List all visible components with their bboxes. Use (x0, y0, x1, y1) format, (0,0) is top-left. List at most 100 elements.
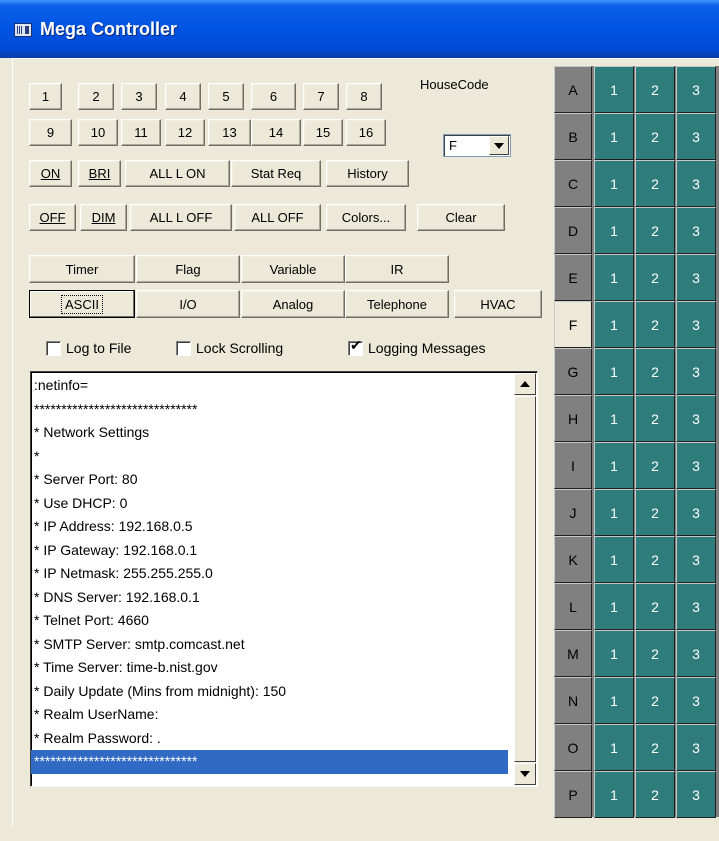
stat-req-button[interactable]: Stat Req (231, 160, 321, 187)
unit-cell-e-2[interactable]: 2 (635, 254, 675, 301)
unit-cell-k-1[interactable]: 1 (594, 536, 634, 583)
housecode-button-o[interactable]: O (554, 724, 592, 771)
unit-cell-b-2[interactable]: 2 (635, 113, 675, 160)
all-lights-on-button[interactable]: ALL L ON (125, 160, 230, 187)
housecode-button-i[interactable]: I (554, 442, 592, 489)
lock-scrolling-checkbox[interactable]: Lock Scrolling (176, 340, 283, 356)
log-line[interactable]: * IP Address: 192.168.0.5 (34, 515, 508, 539)
unit-cell-i-3[interactable]: 3 (676, 442, 716, 489)
log-line[interactable]: * IP Netmask: 255.255.255.0 (34, 562, 508, 586)
housecode-button-l[interactable]: L (554, 583, 592, 630)
unit-button-16[interactable]: 16 (346, 119, 386, 146)
unit-cell-c-2[interactable]: 2 (635, 160, 675, 207)
housecode-button-g[interactable]: G (554, 348, 592, 395)
unit-cell-e-1[interactable]: 1 (594, 254, 634, 301)
unit-cell-d-3[interactable]: 3 (676, 207, 716, 254)
tab-telephone[interactable]: Telephone (345, 290, 449, 318)
housecode-button-d[interactable]: D (554, 207, 592, 254)
unit-cell-i-2[interactable]: 2 (635, 442, 675, 489)
unit-button-3[interactable]: 3 (121, 83, 157, 110)
history-button[interactable]: History (326, 160, 409, 187)
unit-cell-m-3[interactable]: 3 (676, 630, 716, 677)
unit-cell-h-1[interactable]: 1 (594, 395, 634, 442)
unit-cell-h-3[interactable]: 3 (676, 395, 716, 442)
tab-hvac[interactable]: HVAC (454, 290, 542, 318)
log-line[interactable]: * Network Settings (34, 421, 508, 445)
logging-messages-checkbox[interactable]: Logging Messages (348, 338, 486, 356)
unit-cell-p-2[interactable]: 2 (635, 771, 675, 818)
tab-variable[interactable]: Variable (241, 255, 345, 283)
unit-cell-o-3[interactable]: 3 (676, 724, 716, 771)
lock-scrolling-box[interactable] (176, 340, 191, 356)
unit-cell-e-3[interactable]: 3 (676, 254, 716, 301)
log-to-file-checkbox[interactable]: Log to File (46, 340, 131, 356)
scroll-up-arrow-icon[interactable] (514, 373, 536, 395)
clear-button[interactable]: Clear (417, 204, 505, 231)
unit-cell-j-2[interactable]: 2 (635, 489, 675, 536)
unit-button-14[interactable]: 14 (251, 119, 301, 146)
housecode-button-b[interactable]: B (554, 113, 592, 160)
unit-button-8[interactable]: 8 (346, 83, 382, 110)
unit-button-13[interactable]: 13 (208, 119, 251, 146)
scrollbar-thumb[interactable] (514, 396, 536, 762)
unit-cell-k-2[interactable]: 2 (635, 536, 675, 583)
unit-cell-k-3[interactable]: 3 (676, 536, 716, 583)
unit-cell-g-3[interactable]: 3 (676, 348, 716, 395)
all-off-button[interactable]: ALL OFF (234, 204, 321, 231)
log-line[interactable]: * (34, 445, 508, 469)
unit-cell-d-1[interactable]: 1 (594, 207, 634, 254)
unit-cell-m-1[interactable]: 1 (594, 630, 634, 677)
unit-cell-f-1[interactable]: 1 (594, 301, 634, 348)
unit-cell-b-3[interactable]: 3 (676, 113, 716, 160)
housecode-button-e[interactable]: E (554, 254, 592, 301)
tab-ascii[interactable]: ASCII (29, 290, 135, 318)
unit-button-2[interactable]: 2 (78, 83, 114, 110)
unit-button-5[interactable]: 5 (208, 83, 244, 110)
tab-ir[interactable]: IR (345, 255, 449, 283)
unit-cell-n-3[interactable]: 3 (676, 677, 716, 724)
unit-cell-a-1[interactable]: 1 (594, 66, 634, 113)
log-line[interactable]: * SMTP Server: smtp.comcast.net (34, 633, 508, 657)
tab-analog[interactable]: Analog (241, 290, 345, 318)
unit-button-11[interactable]: 11 (121, 119, 161, 146)
housecode-button-f[interactable]: F (554, 301, 592, 348)
title-bar[interactable]: Mega Controller (0, 0, 719, 58)
unit-cell-o-1[interactable]: 1 (594, 724, 634, 771)
unit-button-10[interactable]: 10 (78, 119, 118, 146)
housecode-button-n[interactable]: N (554, 677, 592, 724)
unit-cell-g-1[interactable]: 1 (594, 348, 634, 395)
unit-cell-l-2[interactable]: 2 (635, 583, 675, 630)
unit-cell-i-1[interactable]: 1 (594, 442, 634, 489)
housecode-select[interactable]: F (443, 134, 511, 157)
unit-cell-a-2[interactable]: 2 (635, 66, 675, 113)
housecode-button-p[interactable]: P (554, 771, 592, 818)
unit-button-15[interactable]: 15 (303, 119, 343, 146)
log-line-selected[interactable]: ****************************** (31, 750, 508, 774)
unit-cell-h-2[interactable]: 2 (635, 395, 675, 442)
housecode-button-k[interactable]: K (554, 536, 592, 583)
unit-button-4[interactable]: 4 (165, 83, 201, 110)
unit-cell-o-2[interactable]: 2 (635, 724, 675, 771)
housecode-button-j[interactable]: J (554, 489, 592, 536)
unit-cell-j-3[interactable]: 3 (676, 489, 716, 536)
on-button[interactable]: ON (29, 160, 72, 187)
unit-button-9[interactable]: 9 (29, 119, 72, 146)
unit-button-7[interactable]: 7 (303, 83, 339, 110)
tab-io[interactable]: I/O (136, 290, 240, 318)
unit-cell-l-3[interactable]: 3 (676, 583, 716, 630)
housecode-button-a[interactable]: A (554, 66, 592, 113)
log-line[interactable]: * Realm UserName: (34, 703, 508, 727)
housecode-button-m[interactable]: M (554, 630, 592, 677)
log-line[interactable]: * Realm Password: . (34, 727, 508, 751)
bri-button[interactable]: BRI (78, 160, 121, 187)
log-line[interactable]: * Time Server: time-b.nist.gov (34, 656, 508, 680)
off-button[interactable]: OFF (29, 204, 76, 231)
log-line[interactable]: * Daily Update (Mins from midnight): 150 (34, 680, 508, 704)
tab-flag[interactable]: Flag (136, 255, 240, 283)
unit-cell-d-2[interactable]: 2 (635, 207, 675, 254)
log-line[interactable]: * Telnet Port: 4660 (34, 609, 508, 633)
log-to-file-box[interactable] (46, 340, 61, 356)
tab-timer[interactable]: Timer (29, 255, 135, 283)
log-line[interactable]: * Server Port: 80 (34, 468, 508, 492)
unit-button-6[interactable]: 6 (251, 83, 296, 110)
